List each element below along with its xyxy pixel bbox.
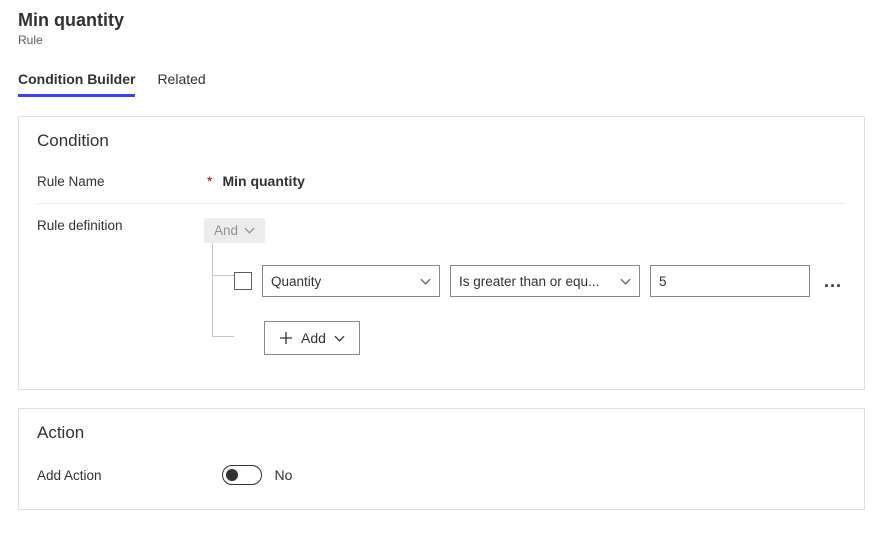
add-action-toggle[interactable] xyxy=(222,465,262,485)
operator-select[interactable]: Is greater than or equ... xyxy=(450,265,640,297)
chevron-down-icon xyxy=(244,225,255,236)
field-select-text: Quantity xyxy=(271,274,321,289)
operator-select-text: Is greater than or equ... xyxy=(459,274,599,289)
required-indicator: * xyxy=(207,173,212,189)
condition-row-checkbox[interactable] xyxy=(234,272,252,290)
condition-panel: Condition Rule Name * Min quantity Rule … xyxy=(18,116,865,390)
logic-operator-dropdown[interactable]: And xyxy=(204,218,265,243)
plus-icon xyxy=(279,331,293,345)
add-button-label: Add xyxy=(301,330,326,346)
entity-type: Rule xyxy=(18,33,865,47)
rule-name-value[interactable]: Min quantity xyxy=(222,173,304,189)
tab-related[interactable]: Related xyxy=(157,65,205,97)
add-condition-button[interactable]: Add xyxy=(264,321,360,355)
row-more-menu[interactable]: ... xyxy=(820,271,846,292)
rule-definition-label: Rule definition xyxy=(37,218,189,233)
page-title: Min quantity xyxy=(18,10,865,31)
value-input-text: 5 xyxy=(659,274,667,289)
chevron-down-icon xyxy=(620,276,631,287)
tab-condition-builder[interactable]: Condition Builder xyxy=(18,65,135,97)
chevron-down-icon xyxy=(420,276,431,287)
chevron-down-icon xyxy=(334,333,345,344)
field-select[interactable]: Quantity xyxy=(262,265,440,297)
logic-operator-text: And xyxy=(214,223,238,238)
add-action-toggle-value: No xyxy=(274,467,292,483)
tabs: Condition Builder Related xyxy=(18,65,865,98)
add-action-label: Add Action xyxy=(37,468,207,483)
action-heading: Action xyxy=(37,423,846,443)
action-panel: Action Add Action * No xyxy=(18,408,865,510)
value-input[interactable]: 5 xyxy=(650,265,810,297)
condition-heading: Condition xyxy=(37,131,846,151)
toggle-knob xyxy=(226,469,238,481)
rule-name-label: Rule Name xyxy=(37,174,207,189)
